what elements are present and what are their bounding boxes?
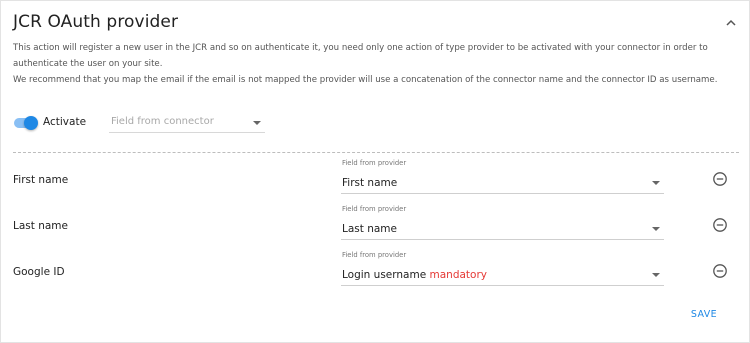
provider-field-value: Login username mandatory — [342, 269, 488, 281]
toggle-thumb — [24, 116, 38, 130]
mapping-label: Google ID — [13, 266, 65, 278]
mapping-label: First name — [13, 174, 69, 186]
description-line: This action will register a new user in … — [13, 43, 708, 53]
activate-label: Activate — [43, 116, 87, 128]
mandatory-indicator: mandatory — [429, 269, 488, 281]
connector-field-placeholder: Field from connector — [111, 116, 214, 127]
chevron-up-icon[interactable] — [723, 15, 739, 29]
provider-field-caption: Field from provider — [342, 159, 407, 167]
mapping-row-first-name: First name Field from provider First nam… — [1, 159, 749, 195]
mapping-label: Last name — [13, 220, 68, 232]
provider-field-caption: Field from provider — [342, 251, 407, 259]
activate-toggle[interactable] — [14, 116, 38, 130]
description-line: We recommend that you map the email if t… — [13, 75, 718, 85]
mapping-row-google-id: Google ID Field from provider Login user… — [1, 251, 749, 287]
panel-title: JCR OAuth provider — [13, 12, 179, 32]
remove-circle-icon[interactable] — [712, 171, 728, 187]
panel-description: This action will register a new user in … — [13, 40, 738, 88]
provider-field-select[interactable]: Last name — [341, 215, 664, 240]
connector-field-select[interactable]: Field from connector — [109, 113, 265, 133]
mapping-row-last-name: Last name Field from provider Last name — [1, 205, 749, 241]
provider-field-caption: Field from provider — [342, 205, 407, 213]
provider-field-value: First name — [342, 177, 398, 189]
oauth-provider-panel: JCR OAuth provider This action will regi… — [0, 0, 750, 343]
caret-down-icon — [652, 227, 660, 231]
caret-down-icon — [652, 273, 660, 277]
remove-circle-icon[interactable] — [712, 263, 728, 279]
section-divider — [13, 152, 739, 153]
provider-field-select[interactable]: First name — [341, 169, 664, 194]
provider-field-select[interactable]: Login username mandatory — [341, 261, 664, 286]
caret-down-icon — [652, 181, 660, 185]
save-button[interactable]: SAVE — [683, 306, 725, 322]
caret-down-icon — [253, 121, 261, 125]
description-line: authenticate the user on your site. — [13, 59, 163, 69]
remove-circle-icon[interactable] — [712, 217, 728, 233]
provider-field-value: Last name — [342, 223, 397, 235]
